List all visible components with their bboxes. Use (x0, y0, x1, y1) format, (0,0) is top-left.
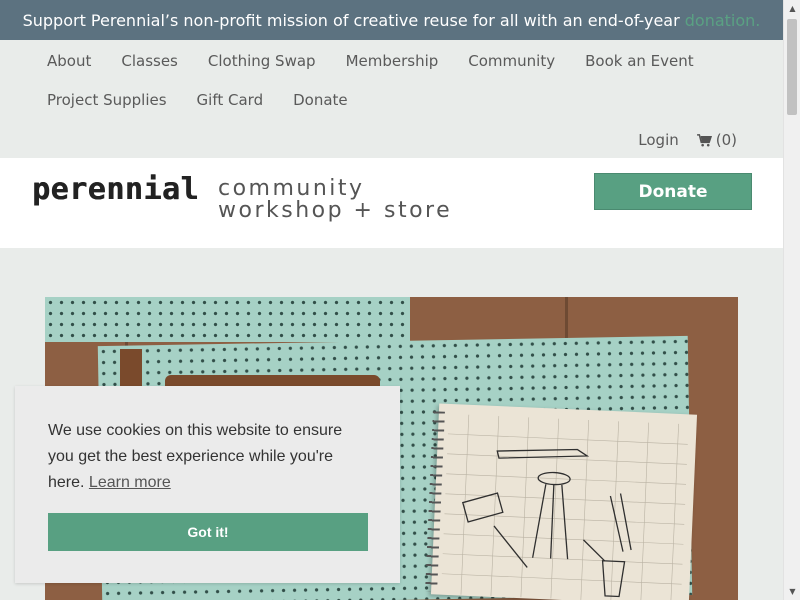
login-link[interactable]: Login (638, 130, 678, 150)
logo-tagline: community workshop + store (218, 178, 452, 222)
donation-link[interactable]: donation. (685, 11, 761, 30)
site-header: perennial community workshop + store Don… (0, 158, 783, 248)
nav-community[interactable]: Community (453, 51, 570, 71)
logo-line-community: community (218, 176, 365, 201)
top-navigation: About Classes Clothing Swap Membership C… (0, 40, 783, 158)
page: Support Perennial’s non-profit mission o… (0, 0, 783, 600)
nav-clothing-swap[interactable]: Clothing Swap (193, 51, 331, 71)
cart-count: (0) (715, 131, 737, 149)
cart-link[interactable]: (0) (696, 130, 737, 150)
logo-line-workshop: workshop + store (218, 198, 453, 223)
nav-classes[interactable]: Classes (106, 51, 193, 71)
shopping-cart-icon (696, 133, 712, 147)
chevron-down-icon[interactable]: ▼ (784, 583, 800, 600)
logo-wordmark[interactable]: perennial (32, 172, 199, 207)
sketch-notebook (425, 403, 698, 600)
vertical-scrollbar[interactable]: ▲ ▼ (783, 0, 800, 600)
nav-book-an-event[interactable]: Book an Event (570, 51, 709, 71)
scrollbar-thumb[interactable] (787, 19, 797, 115)
pegboard-top (45, 297, 410, 342)
nav-row-primary: About Classes Clothing Swap Membership C… (32, 51, 709, 71)
account-links: Login (0) (638, 130, 737, 150)
chevron-up-icon[interactable]: ▲ (784, 0, 800, 17)
donate-button[interactable]: Donate (594, 173, 752, 210)
nav-row-secondary: Project Supplies Gift Card Donate (32, 90, 363, 110)
nav-donate[interactable]: Donate (278, 90, 363, 110)
announcement-text: Support Perennial’s non-profit mission o… (22, 10, 680, 30)
announcement-bar: Support Perennial’s non-profit mission o… (0, 0, 783, 40)
accept-cookies-button[interactable]: Got it! (48, 513, 368, 551)
cookie-banner: We use cookies on this website to ensure… (15, 386, 400, 583)
learn-more-link[interactable]: Learn more (89, 474, 171, 491)
nav-gift-card[interactable]: Gift Card (182, 90, 279, 110)
nav-about[interactable]: About (32, 51, 106, 71)
notebook-sketch (441, 414, 688, 600)
nav-membership[interactable]: Membership (331, 51, 454, 71)
nav-project-supplies[interactable]: Project Supplies (32, 90, 182, 110)
cookie-message: We use cookies on this website to ensure… (48, 418, 358, 496)
